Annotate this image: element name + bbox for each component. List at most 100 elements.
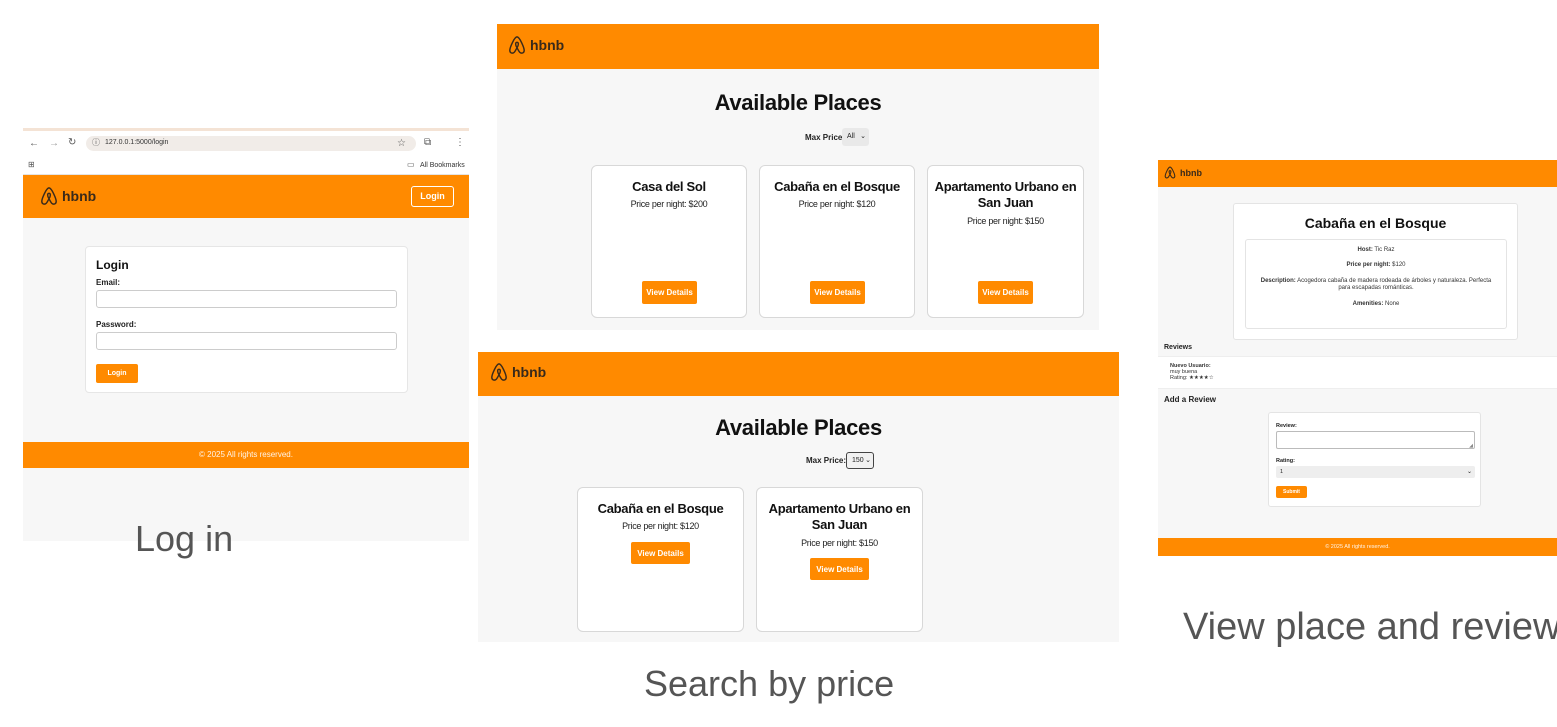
site-logo[interactable]: hbnb <box>40 186 96 206</box>
places-all-screenshot: hbnb Available Places Max Price: All ⌄ C… <box>497 24 1099 330</box>
place-name: Apartamento Urbano en San Juan <box>768 501 911 532</box>
rating-label: Rating: <box>1276 458 1295 464</box>
login-title: Login <box>96 258 129 272</box>
email-label: Email: <box>96 278 121 287</box>
amenities-line: Amenities: None <box>1246 301 1506 307</box>
review-rating: Rating: ★★★★☆ <box>1170 375 1557 381</box>
review-stars: ★★★★☆ <box>1188 375 1214 381</box>
review-rating-label: Rating: <box>1170 375 1188 381</box>
place-title: Cabaña en el Bosque <box>1304 215 1447 231</box>
place-info-box: Host: Tic Raz Price per night: $120 Desc… <box>1245 239 1507 329</box>
folder-icon: ▭ <box>407 160 415 169</box>
brand-name: hbnb <box>512 364 547 380</box>
submit-review-button[interactable]: Submit <box>1276 486 1307 498</box>
rating-select[interactable]: 1 ⌄ <box>1276 466 1475 478</box>
rating-select-value: 1 <box>1280 469 1284 475</box>
reviews-heading: Reviews <box>1164 344 1193 351</box>
airbnb-logo-icon <box>1164 166 1176 179</box>
price-label: Price per night: <box>1346 262 1391 268</box>
amenities-label: Amenities: <box>1352 301 1384 307</box>
password-label: Password: <box>96 320 137 329</box>
chevron-down-icon: ⌄ <box>1466 469 1472 475</box>
place-price: Price per night: $150 <box>967 216 1044 226</box>
price-filter-label: Max Price: <box>805 133 846 142</box>
price-filter-select[interactable]: 150 ⌄ <box>846 452 874 469</box>
view-details-button[interactable]: View Details <box>810 281 865 304</box>
place-card: Casa del Sol Price per night: $200 View … <box>591 165 747 318</box>
place-detail-card: Cabaña en el Bosque Host: Tic Raz Price … <box>1233 203 1518 340</box>
page-title: Available Places <box>715 415 882 440</box>
site-footer: © 2025 All rights reserved. <box>1158 538 1557 556</box>
review-label: Review: <box>1276 423 1297 429</box>
footer-text: © 2025 All rights reserved. <box>199 450 293 459</box>
site-header: hbnb <box>478 352 1119 396</box>
brand-name: hbnb <box>530 37 565 53</box>
place-card: Apartamento Urbano en San Juan Price per… <box>756 487 923 632</box>
caption-login: Log in <box>135 518 234 559</box>
add-review-card: Review: ◢ Rating: 1 ⌄ Submit <box>1268 412 1481 507</box>
login-screenshot: ← → ↻ ⓘ 127.0.0.1:5000/login ☆ ⧉ ⋮ ⊞ ▭ A… <box>23 128 469 541</box>
price-filter-value: All <box>847 133 855 140</box>
price-filter-label: Max Price: <box>806 456 847 465</box>
review-item: Nuevo Usuario: muy buena Rating: ★★★★☆ <box>1158 356 1557 389</box>
password-field[interactable] <box>96 332 397 350</box>
add-review-heading: Add a Review <box>1164 395 1217 404</box>
menu-icon[interactable]: ⋮ <box>455 137 465 148</box>
apps-icon[interactable]: ⊞ <box>28 160 35 169</box>
site-footer: © 2025 All rights reserved. <box>23 442 469 468</box>
price-filter-select[interactable]: All ⌄ <box>842 128 869 146</box>
url-text[interactable]: 127.0.0.1:5000/login <box>105 139 168 146</box>
description-value: Acogedora cabaña de madera rodeada de ár… <box>1297 278 1492 291</box>
site-logo[interactable]: hbnb <box>508 34 564 56</box>
extensions-icon[interactable]: ⧉ <box>424 137 431 148</box>
description-label: Description: <box>1260 278 1296 284</box>
site-header: hbnb <box>1158 160 1557 187</box>
host-line: Host: Tic Raz <box>1246 247 1506 253</box>
footer-text: © 2025 All rights reserved. <box>1325 544 1390 550</box>
caption-search: Search by price <box>644 663 895 704</box>
back-icon[interactable]: ← <box>29 138 39 149</box>
login-card: Login Email: Password: Login <box>85 246 408 393</box>
place-name: Apartamento Urbano en San Juan <box>934 179 1077 210</box>
view-details-button[interactable]: View Details <box>631 542 690 564</box>
all-bookmarks-link[interactable]: All Bookmarks <box>420 162 465 169</box>
airbnb-logo-icon <box>491 363 507 381</box>
price-value: $120 <box>1392 262 1406 268</box>
place-detail-screenshot: hbnb Cabaña en el Bosque Host: Tic Raz P… <box>1158 160 1557 556</box>
resize-handle-icon: ◢ <box>1469 443 1473 449</box>
chevron-down-icon: ⌄ <box>860 133 866 140</box>
view-details-button[interactable]: View Details <box>642 281 697 304</box>
bookmarks-bar: ⊞ ▭ All Bookmarks <box>23 158 469 175</box>
place-name: Cabaña en el Bosque <box>597 501 724 516</box>
email-field[interactable] <box>96 290 397 308</box>
place-price: Price per night: $150 <box>801 538 878 548</box>
place-card: Cabaña en el Bosque Price per night: $12… <box>759 165 915 318</box>
login-submit-button[interactable]: Login <box>96 364 138 383</box>
brand-name: hbnb <box>62 188 97 204</box>
forward-icon[interactable]: → <box>49 138 59 149</box>
amenities-value: None <box>1385 301 1400 307</box>
site-logo[interactable]: hbnb <box>1164 165 1202 180</box>
reload-icon[interactable]: ↻ <box>68 137 76 148</box>
place-name: Cabaña en el Bosque <box>774 179 900 194</box>
host-value: Tic Raz <box>1374 247 1395 253</box>
review-textarea[interactable]: ◢ <box>1276 431 1475 449</box>
place-card: Cabaña en el Bosque Price per night: $12… <box>577 487 744 632</box>
view-details-button[interactable]: View Details <box>978 281 1033 304</box>
place-price: Price per night: $200 <box>630 199 708 209</box>
places-filtered-screenshot: hbnb Available Places Max Price: 150 ⌄ C… <box>478 352 1119 642</box>
airbnb-logo-icon <box>509 36 525 54</box>
caption-view: View place and review <box>1183 606 1557 648</box>
brand-name: hbnb <box>1180 167 1202 178</box>
airbnb-logo-icon <box>41 187 57 205</box>
site-logo[interactable]: hbnb <box>490 361 546 383</box>
site-info-icon[interactable]: ⓘ <box>92 137 100 148</box>
browser-toolbar: ← → ↻ ⓘ 127.0.0.1:5000/login ☆ ⧉ ⋮ <box>23 128 469 158</box>
price-filter-value: 150 <box>852 457 864 464</box>
bookmark-star-icon[interactable]: ☆ <box>397 138 406 149</box>
page-title: Available Places <box>714 90 882 115</box>
address-bar[interactable]: ⓘ 127.0.0.1:5000/login <box>86 136 416 151</box>
description-line: Description: Acogedora cabaña de madera … <box>1254 278 1498 292</box>
header-login-button[interactable]: Login <box>411 186 454 207</box>
view-details-button[interactable]: View Details <box>810 558 869 580</box>
